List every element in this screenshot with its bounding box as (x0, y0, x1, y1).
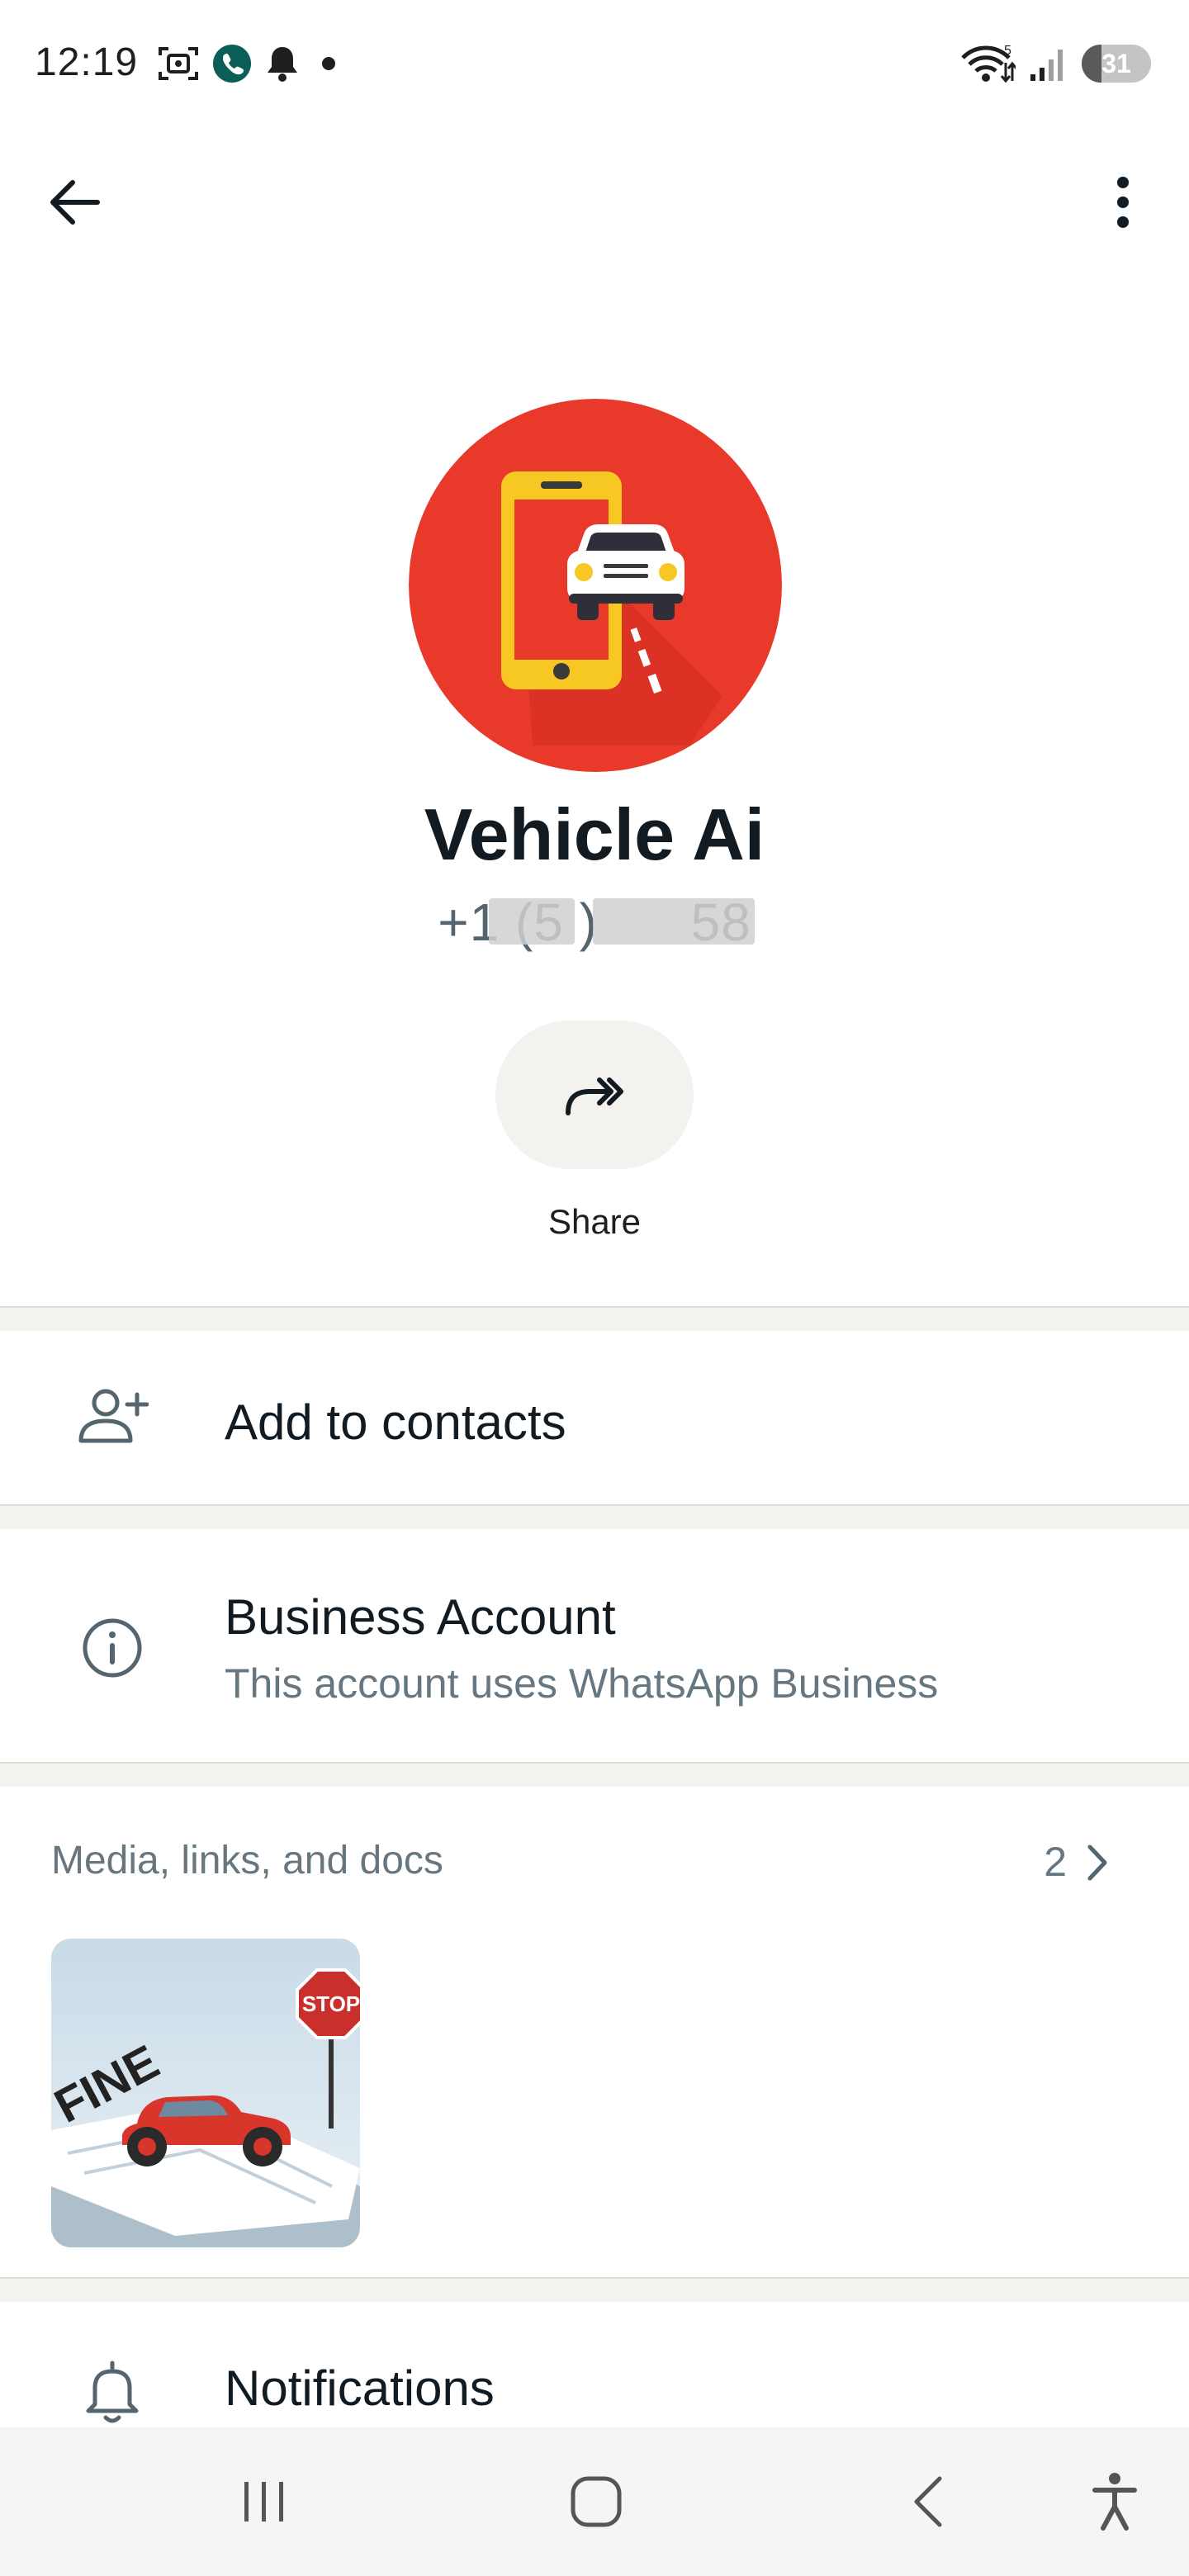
more-options-button[interactable] (1090, 165, 1156, 239)
wifi-icon: 5 (961, 44, 1016, 83)
info-icon (76, 1612, 149, 1684)
notifications-label: Notifications (225, 2361, 495, 2416)
battery-level: 31 (1101, 48, 1131, 78)
phone-redaction-mask (593, 898, 755, 945)
accessibility-icon (1092, 2473, 1137, 2531)
thumb-sign-text: STOP (302, 1991, 360, 2016)
back-nav-button[interactable] (879, 2460, 978, 2543)
profile-name: Vehicle Ai (424, 793, 765, 875)
share-label: Share (547, 1202, 642, 1241)
section-divider (0, 2277, 1189, 2302)
recent-apps-button[interactable] (215, 2460, 314, 2543)
arrow-left-icon (50, 180, 100, 225)
section-divider (0, 1504, 1189, 1529)
add-to-contacts-row[interactable]: Add to contacts (0, 1331, 1189, 1504)
svg-text:5: 5 (1004, 44, 1011, 58)
status-bar: 12:19 5 31 (0, 0, 1189, 132)
signal-icon (1030, 50, 1063, 81)
share-button[interactable] (495, 1020, 694, 1169)
vehicle-ai-logo-icon (409, 399, 782, 772)
notifications-row[interactable]: Notifications (0, 2302, 1189, 2427)
home-button[interactable] (547, 2460, 646, 2543)
status-icons-left (157, 43, 345, 84)
business-account-row[interactable]: Business Account This account uses Whats… (0, 1529, 1189, 1762)
media-count[interactable]: 2 (1044, 1838, 1067, 1886)
section-divider (0, 1306, 1189, 1331)
business-account-subtitle: This account uses WhatsApp Business (225, 1660, 939, 1707)
add-contact-icon (76, 1380, 149, 1453)
whatsapp-call-icon (213, 45, 251, 83)
more-vertical-icon (1117, 177, 1129, 228)
business-account-title: Business Account (225, 1589, 616, 1645)
chevron-right-icon[interactable] (1077, 1840, 1118, 1886)
status-time: 12:19 (35, 40, 139, 84)
profile-avatar[interactable] (409, 399, 782, 772)
back-button[interactable] (33, 165, 116, 239)
home-icon (571, 2476, 622, 2527)
media-links-docs-title[interactable]: Media, links, and docs (51, 1838, 443, 1883)
status-icons-right: 5 31 (961, 43, 1151, 84)
bell-icon (268, 47, 297, 82)
section-divider (0, 1762, 1189, 1787)
add-to-contacts-label: Add to contacts (225, 1395, 566, 1450)
share-forward-icon (566, 1077, 623, 1115)
bell-outline-icon (76, 2355, 149, 2427)
phone-redaction-mask (489, 898, 575, 945)
screenshot-icon (159, 47, 198, 80)
accessibility-button[interactable] (1065, 2460, 1164, 2543)
back-chevron-icon (914, 2476, 942, 2527)
recent-apps-icon (244, 2482, 283, 2522)
media-thumbnail[interactable]: FINE STOP (51, 1939, 360, 2247)
battery-icon: 31 (1082, 45, 1151, 83)
dot-icon (322, 57, 335, 70)
system-nav-bar (0, 2427, 1189, 2576)
